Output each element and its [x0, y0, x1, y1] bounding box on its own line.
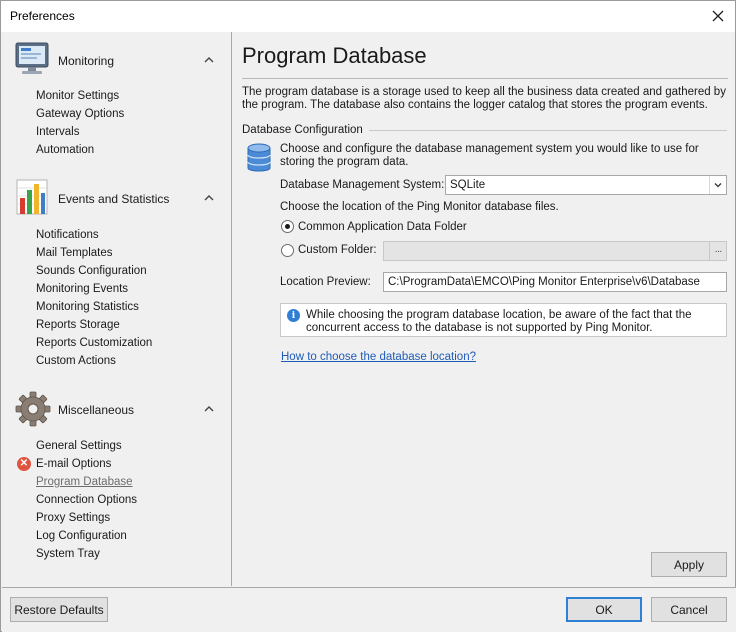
location-preview-value: C:\ProgramData\EMCO\Ping Monitor Enterpr…	[388, 276, 700, 288]
category-miscellaneous[interactable]: Miscellaneous	[2, 389, 232, 433]
sidebar-item-custom-actions[interactable]: Custom Actions	[36, 354, 116, 368]
sidebar-item-email-options[interactable]: E-mail Options	[36, 457, 111, 471]
dbms-select-value: SQLite	[450, 179, 486, 191]
page-title: Program Database	[242, 43, 427, 68]
gear-icon	[15, 391, 51, 427]
group-label-database-configuration: Database Configuration	[242, 124, 363, 136]
sidebar-item-proxy-settings[interactable]: Proxy Settings	[36, 511, 110, 525]
category-label: Events and Statistics	[58, 192, 170, 206]
sidebar-item-connection-options[interactable]: Connection Options	[36, 493, 137, 507]
apply-button[interactable]: Apply	[651, 552, 727, 577]
chevron-up-icon[interactable]	[202, 53, 216, 67]
sidebar-item-reports-customization[interactable]: Reports Customization	[36, 336, 152, 350]
sidebar-item-sounds-configuration[interactable]: Sounds Configuration	[36, 264, 147, 278]
group-divider	[369, 130, 727, 131]
restore-defaults-button[interactable]: Restore Defaults	[10, 597, 108, 622]
chevron-down-icon	[714, 183, 722, 188]
help-link-database-location[interactable]: How to choose the database location?	[281, 351, 476, 363]
info-icon: i	[287, 309, 300, 322]
location-prompt: Choose the location of the Ping Monitor …	[280, 201, 559, 213]
sidebar-item-system-tray[interactable]: System Tray	[36, 547, 100, 561]
close-icon	[712, 10, 724, 22]
chevron-up-icon[interactable]	[202, 402, 216, 416]
sidebar: Monitoring Monitor Settings Gateway Opti…	[2, 32, 232, 586]
close-button[interactable]	[707, 5, 729, 27]
database-icon	[247, 143, 271, 172]
category-label: Miscellaneous	[58, 403, 135, 417]
monitor-icon	[15, 42, 49, 74]
radio-common-app-data[interactable]	[281, 220, 294, 233]
preview-label: Location Preview:	[280, 276, 371, 288]
category-monitoring[interactable]: Monitoring	[2, 40, 232, 84]
sidebar-item-notifications[interactable]: Notifications	[36, 228, 99, 242]
preferences-window: Preferences Monitoring Monitor Settings …	[0, 0, 736, 632]
chevron-up-icon[interactable]	[202, 191, 216, 205]
category-events-statistics[interactable]: Events and Statistics	[2, 178, 232, 222]
sidebar-item-reports-storage[interactable]: Reports Storage	[36, 318, 120, 332]
sidebar-item-monitoring-events[interactable]: Monitoring Events	[36, 282, 128, 296]
ok-button[interactable]: OK	[566, 597, 642, 622]
sidebar-item-program-database[interactable]: Program Database	[36, 475, 133, 489]
page-description: The program database is a storage used t…	[242, 86, 726, 111]
title-divider	[242, 78, 728, 79]
sidebar-item-monitor-settings[interactable]: Monitor Settings	[36, 89, 119, 103]
sidebar-item-intervals[interactable]: Intervals	[36, 125, 79, 139]
category-label: Monitoring	[58, 54, 115, 68]
bar-chart-icon	[16, 179, 48, 215]
title-bar: Preferences	[1, 1, 735, 32]
sidebar-item-automation[interactable]: Automation	[36, 143, 94, 157]
custom-folder-input[interactable]	[383, 241, 710, 261]
config-intro: Choose and configure the database manage…	[280, 143, 699, 168]
sidebar-item-monitoring-statistics[interactable]: Monitoring Statistics	[36, 300, 139, 314]
error-icon: ✕	[17, 457, 31, 471]
window-title: Preferences	[10, 9, 75, 23]
sidebar-item-general-settings[interactable]: General Settings	[36, 439, 122, 453]
sidebar-item-mail-templates[interactable]: Mail Templates	[36, 246, 113, 260]
dialog-footer: Restore Defaults OK Cancel	[2, 587, 736, 632]
cancel-button[interactable]: Cancel	[651, 597, 727, 622]
radio-custom-folder[interactable]	[281, 244, 294, 257]
info-text: While choosing the program database loca…	[306, 309, 692, 334]
content-panel: Program Database The program database is…	[233, 32, 735, 586]
dbms-label: Database Management System:	[280, 179, 445, 191]
radio-common-label[interactable]: Common Application Data Folder	[298, 221, 467, 234]
browse-button[interactable]: ···	[710, 241, 727, 261]
dropdown-arrow[interactable]	[709, 176, 726, 194]
sidebar-item-gateway-options[interactable]: Gateway Options	[36, 107, 124, 121]
location-preview-field[interactable]: C:\ProgramData\EMCO\Ping Monitor Enterpr…	[383, 272, 727, 292]
info-box: i While choosing the program database lo…	[280, 303, 727, 337]
radio-custom-label[interactable]: Custom Folder:	[298, 244, 377, 257]
sidebar-item-log-configuration[interactable]: Log Configuration	[36, 529, 127, 543]
dbms-select[interactable]: SQLite	[445, 175, 727, 195]
